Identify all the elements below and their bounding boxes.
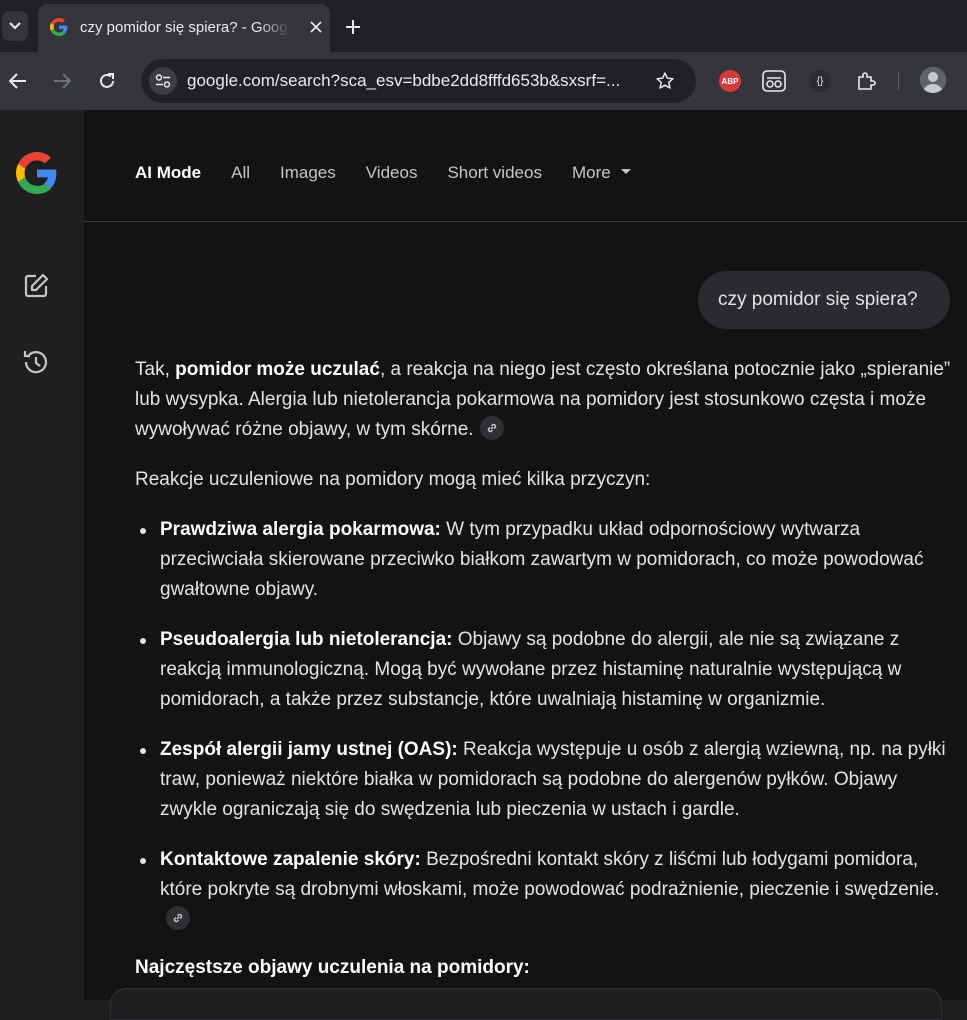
address-bar[interactable]: google.com/search?sca_esv=bdbe2dd8fffd65…	[141, 59, 696, 103]
tab-all[interactable]: All	[231, 163, 250, 191]
tab-more-label: More	[571, 163, 611, 182]
google-g-logo-icon[interactable]	[16, 152, 58, 194]
link-icon	[487, 423, 496, 433]
tab-title: czy pomidor się spiera? - Google	[80, 19, 290, 36]
new-tab-button[interactable]	[340, 14, 366, 40]
tab-strip: czy pomidor się spiera? - Google	[0, 0, 967, 52]
site-info-icon[interactable]	[149, 67, 177, 95]
arrow-left-icon	[9, 73, 26, 89]
browser-toolbar: google.com/search?sca_esv=bdbe2dd8fffd65…	[0, 52, 967, 110]
source-link-chip[interactable]	[166, 906, 190, 930]
answer-intro: Tak, pomidor może uczulać, a reakcja na …	[135, 359, 951, 440]
list-item: Kontaktowe zapalenie skóry: Bezpośredni …	[140, 845, 951, 935]
source-link-chip[interactable]	[479, 416, 504, 440]
bullet-dot	[140, 858, 146, 864]
profile-avatar[interactable]	[920, 67, 946, 93]
close-tab-icon[interactable]	[306, 17, 326, 37]
bullet-dot	[140, 528, 146, 534]
search-mode-tabs: AI Mode All Images Videos Short videos M…	[135, 163, 632, 191]
forward-button[interactable]	[46, 65, 78, 97]
tab-search-button[interactable]	[2, 11, 28, 41]
bookmark-star-icon[interactable]	[653, 69, 677, 93]
left-rail	[0, 110, 84, 1000]
arrow-right-icon	[54, 73, 71, 89]
incognito-extension-icon[interactable]	[759, 66, 789, 96]
list-item: Prawdziwa alergia pokarmowa: W tym przyp…	[140, 515, 951, 605]
reload-button[interactable]	[91, 65, 123, 97]
new-chat-icon[interactable]	[22, 272, 50, 300]
symptoms-heading: Najczęstsze objawy uczulenia na pomidory…	[135, 957, 530, 978]
answer-intro-bold: pomidor może uczulać	[175, 359, 380, 380]
toolbar-separator	[898, 72, 899, 90]
tab-short-videos[interactable]: Short videos	[447, 163, 542, 191]
link-icon	[173, 913, 183, 923]
reload-icon	[100, 73, 114, 88]
history-icon[interactable]	[21, 348, 49, 376]
url-text[interactable]: google.com/search?sca_esv=bdbe2dd8fffd65…	[187, 71, 620, 91]
plus-icon	[346, 20, 360, 34]
user-query-bubble: czy pomidor się spiera?	[698, 271, 950, 329]
extensions-puzzle-icon[interactable]	[851, 66, 881, 96]
tab-ai-mode[interactable]: AI Mode	[135, 163, 201, 191]
bullet-dot	[140, 748, 146, 754]
table-card-top	[110, 988, 942, 1020]
nav-divider	[84, 221, 967, 222]
tab-images[interactable]: Images	[280, 163, 336, 191]
tab-videos[interactable]: Videos	[366, 163, 418, 191]
back-button[interactable]	[2, 65, 34, 97]
bullet-dot	[140, 638, 146, 644]
tab-more[interactable]: More	[571, 163, 632, 191]
answer-lead: Reakcje uczuleniowe na pomidory mogą mie…	[135, 469, 651, 490]
adblock-extension-icon[interactable]: ABP	[715, 66, 745, 96]
caret-down-icon	[621, 169, 632, 174]
google-favicon-icon	[50, 18, 68, 36]
json-extension-icon[interactable]: {}	[805, 66, 835, 96]
chevron-down-icon	[9, 22, 21, 30]
list-item: Zespół alergii jamy ustnej (OAS): Reakcj…	[140, 735, 951, 825]
browser-tab-active[interactable]: czy pomidor się spiera? - Google	[38, 4, 330, 52]
user-query-text: czy pomidor się spiera?	[718, 289, 918, 310]
list-item: Pseudoalergia lub nietolerancja: Objawy …	[140, 625, 951, 715]
